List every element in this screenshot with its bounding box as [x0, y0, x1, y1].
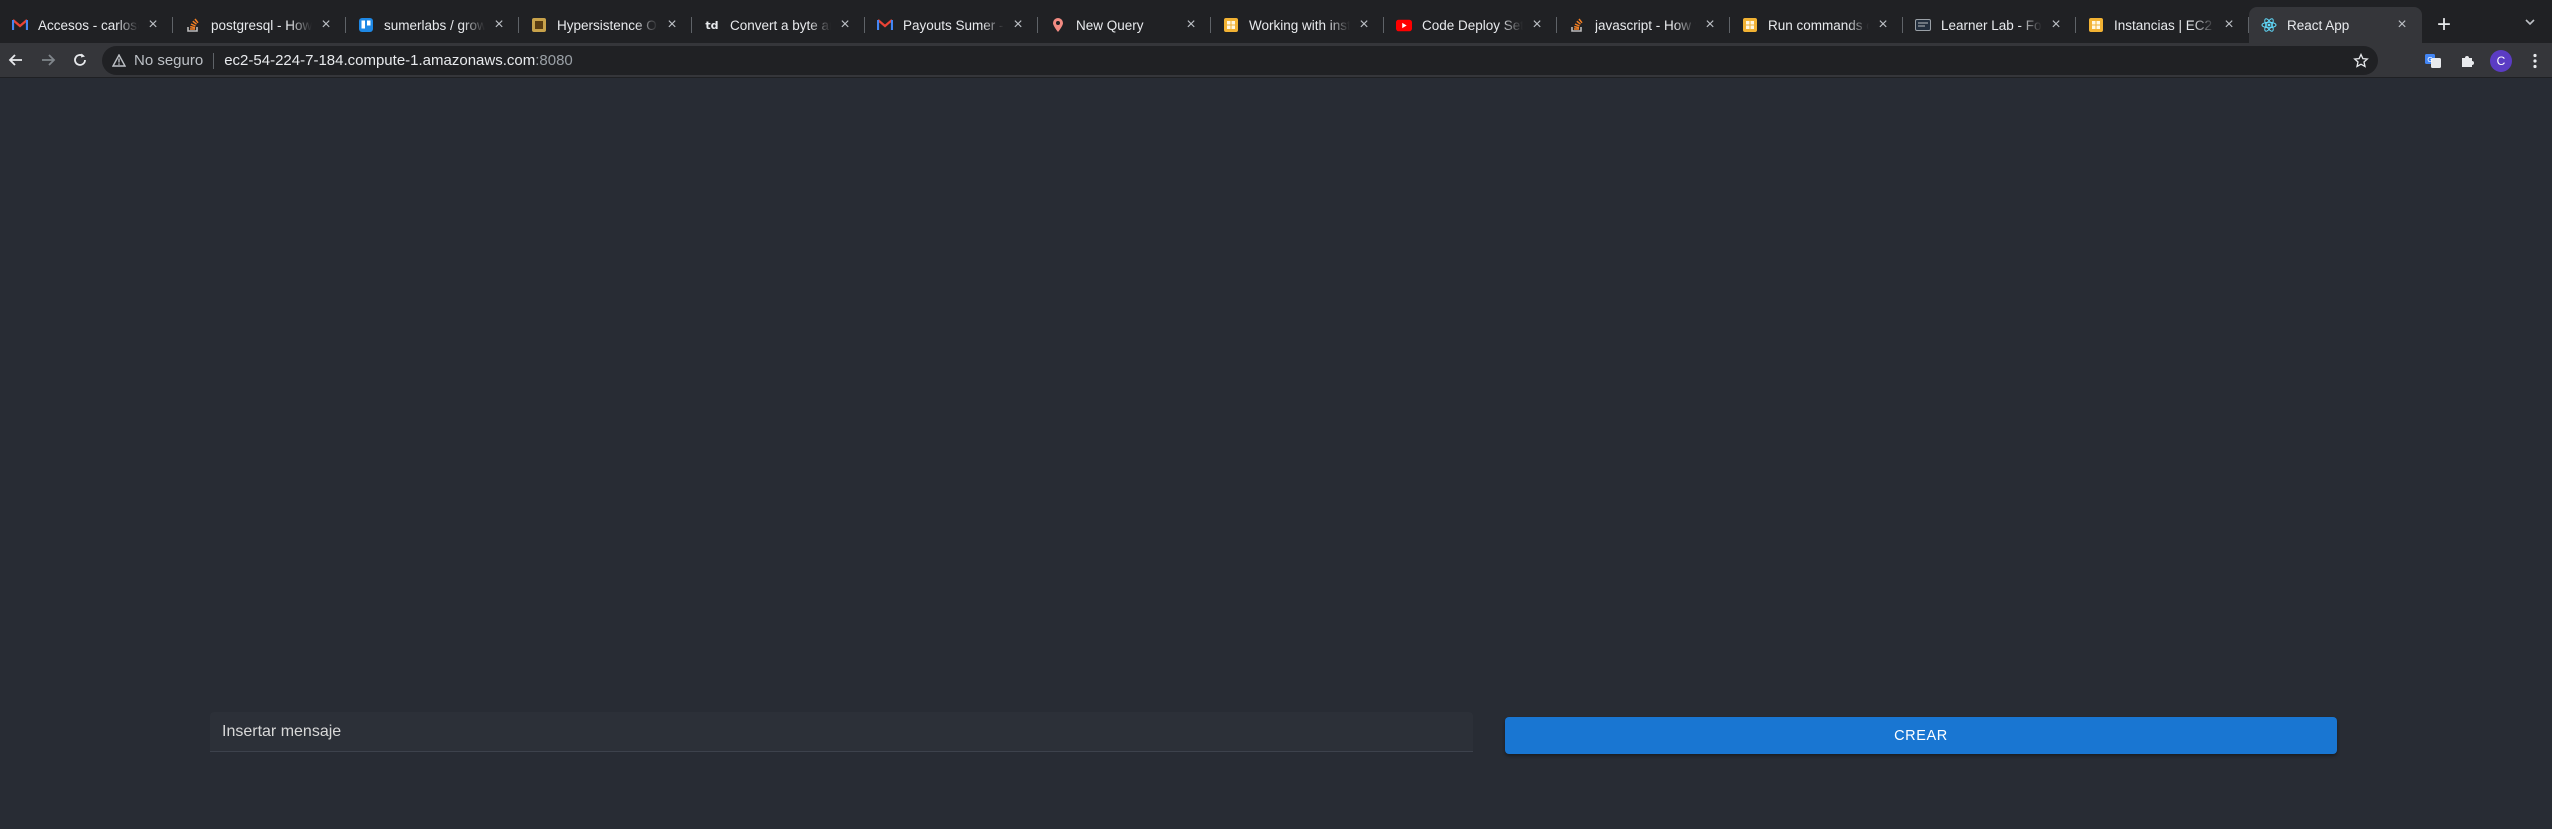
tab-title: Instancias | EC2 Management [2114, 17, 2215, 33]
address-bar[interactable]: No seguro ec2-54-224-7-184.compute-1.ama… [102, 46, 2378, 75]
tab-title: Payouts Sumer - 2021 [903, 17, 1004, 33]
stackoverflow-icon [1569, 17, 1585, 33]
chevron-down-icon [2525, 19, 2535, 26]
url-host[interactable]: ec2-54-224-7-184.compute-1.amazonaws.com [224, 52, 535, 69]
create-button[interactable]: CREAR [1505, 717, 2337, 754]
react-app-page: CREAR [0, 78, 2552, 829]
close-icon[interactable]: × [2048, 17, 2064, 33]
reload-icon [74, 53, 86, 66]
browser-tab[interactable]: Payouts Sumer - 2021 × [865, 7, 1038, 43]
tab-title: Learner Lab - Foundations [1941, 17, 2042, 33]
react-icon [2261, 17, 2277, 33]
close-icon[interactable]: × [318, 17, 334, 33]
tab-search-button[interactable] [2518, 10, 2542, 34]
tab-title: Hypersistence Optimizer [557, 17, 658, 33]
tab-title: React App [2287, 17, 2350, 33]
message-input-field[interactable] [210, 712, 1473, 752]
pin-icon [1050, 17, 1066, 33]
tab-title: sumerlabs / growth [384, 17, 485, 33]
avatar-initial: C [2490, 49, 2512, 72]
tab-title: javascript - How to [1595, 17, 1696, 33]
toolbar-actions: G C [2416, 43, 2552, 78]
browser-tab[interactable]: postgresql - How to × [173, 7, 346, 43]
extensions-puzzle-icon[interactable] [2450, 44, 2484, 78]
translate-icon[interactable]: G [2416, 44, 2450, 78]
hypersistence-icon [531, 17, 547, 33]
browser-tab[interactable]: Hypersistence Optimizer × [519, 7, 692, 43]
tab-strip: Accesos - carlos@sumer×postgresql - How … [0, 0, 2552, 43]
tab-title: Code Deploy Setup [1422, 17, 1523, 33]
browser-tab[interactable]: td Convert a byte array × [692, 7, 865, 43]
close-icon[interactable]: × [2221, 17, 2237, 33]
security-status-label[interactable]: No seguro [134, 52, 203, 69]
browser-tab[interactable]: Code Deploy Setup × [1384, 7, 1557, 43]
aws-box-icon [2088, 17, 2104, 33]
close-icon[interactable]: × [664, 17, 680, 33]
menu-kebab-icon[interactable] [2518, 44, 2552, 78]
warning-icon[interactable] [112, 54, 126, 67]
message-input[interactable] [210, 712, 1473, 751]
close-icon[interactable]: × [2394, 17, 2410, 33]
browser-tab[interactable]: Learner Lab - Foundations × [1903, 7, 2076, 43]
close-icon[interactable]: × [145, 17, 161, 33]
bookmark-star-icon[interactable] [2352, 52, 2370, 70]
stackoverflow-icon [185, 17, 201, 33]
url-port[interactable]: :8080 [535, 52, 573, 69]
aws-box-icon [1742, 17, 1758, 33]
aws-box-icon [1223, 17, 1239, 33]
gmail-icon [877, 17, 893, 33]
back-button[interactable] [0, 44, 32, 76]
tab-title: New Query [1076, 17, 1144, 33]
close-icon[interactable]: × [1702, 17, 1718, 33]
browser-toolbar: No seguro ec2-54-224-7-184.compute-1.ama… [0, 43, 2552, 78]
tab-list: Accesos - carlos@sumer×postgresql - How … [0, 7, 2422, 43]
close-icon[interactable]: × [1183, 17, 1199, 33]
learner-lab-icon [1915, 17, 1931, 33]
arrow-right-icon [42, 54, 56, 66]
tab-title: Convert a byte array [730, 17, 831, 33]
close-icon[interactable]: × [491, 17, 507, 33]
youtube-icon [1396, 17, 1412, 33]
browser-tab[interactable]: New Query × [1038, 7, 1211, 43]
close-icon[interactable]: × [1356, 17, 1372, 33]
address-separator [213, 52, 215, 69]
profile-avatar[interactable]: C [2484, 44, 2518, 78]
browser-tab[interactable]: React App × [2249, 7, 2422, 43]
reload-button[interactable] [64, 44, 96, 76]
arrow-left-icon [8, 54, 22, 66]
plus-icon: + [2436, 11, 2451, 38]
tab-title: postgresql - How to [211, 17, 312, 33]
gmail-icon [12, 17, 28, 33]
tab-title: Run commands on [1768, 17, 1869, 33]
browser-tab[interactable]: Run commands on × [1730, 7, 1903, 43]
close-icon[interactable]: × [837, 17, 853, 33]
tab-title: Working with instances [1249, 17, 1350, 33]
trello-icon [358, 17, 374, 33]
tab-title: Accesos - carlos@sumer [38, 17, 139, 33]
td-icon: td [705, 18, 719, 32]
forward-button[interactable] [32, 44, 64, 76]
close-icon[interactable]: × [1010, 17, 1026, 33]
browser-tab[interactable]: sumerlabs / growth × [346, 7, 519, 43]
close-icon[interactable]: × [1875, 17, 1891, 33]
browser-tab[interactable]: Accesos - carlos@sumer × [0, 7, 173, 43]
new-tab-button[interactable]: + [2426, 7, 2462, 43]
browser-tab[interactable]: Working with instances × [1211, 7, 1384, 43]
browser-tab[interactable]: javascript - How to × [1557, 7, 1730, 43]
browser-tab[interactable]: Instancias | EC2 Management × [2076, 7, 2249, 43]
close-icon[interactable]: × [1529, 17, 1545, 33]
svg-text:G: G [2427, 56, 2432, 64]
